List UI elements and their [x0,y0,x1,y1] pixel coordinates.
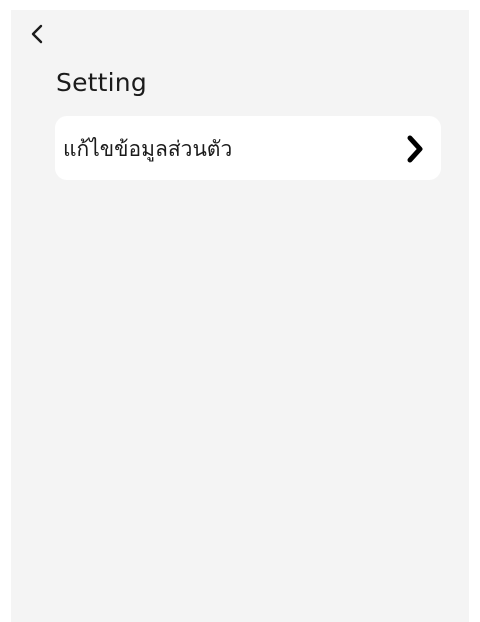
menu-item-edit-profile[interactable]: แก้ไขข้อมูลส่วนตัว [55,116,441,180]
chevron-left-icon [31,24,43,44]
settings-screen: Setting แก้ไขข้อมูลส่วนตัว [11,10,469,622]
top-bar [11,10,469,62]
chevron-right-icon [405,135,425,163]
page-title: Setting [56,68,147,97]
menu-item-label: แก้ไขข้อมูลส่วนตัว [63,137,233,161]
back-button[interactable] [21,18,53,50]
